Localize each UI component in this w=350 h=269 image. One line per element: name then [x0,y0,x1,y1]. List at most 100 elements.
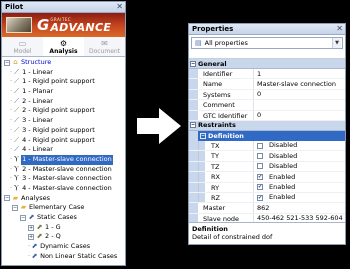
close-icon[interactable]: ✕ [116,2,123,11]
row-gutter [189,130,198,141]
property-value: ✔ Enabled [254,172,345,181]
dof-row-rz[interactable]: RZ ✔ Enabled [189,192,345,204]
dof-checkbox[interactable] [257,153,263,160]
model-icon: ▭ [18,39,27,48]
tree-item[interactable]: · ⟋ 4 - Linear [4,145,125,155]
tree-item[interactable]: · Ⲩ 4 - Master-slave connection [4,184,125,194]
expand-icon[interactable]: + [28,224,34,231]
tree-item-label: 1 - Master-slave connection [20,153,114,166]
property-value[interactable]: Master-slave connection [254,79,345,88]
property-key: Systems [198,89,254,100]
master-slave-icon: Ⲩ [14,164,20,173]
subcategory-label: Definition [208,131,244,140]
tab-label: Document [88,48,121,55]
collapse-icon[interactable]: − [20,214,26,221]
collapse-icon[interactable]: − [190,122,196,129]
property-key: TX [205,140,254,151]
row-gutter [189,192,198,203]
tree-item[interactable]: · ⟋ 2 - Linear [4,97,125,107]
property-key: Master [198,203,254,213]
property-key: TY [205,151,254,161]
property-key: TZ [205,161,254,172]
tree-item[interactable]: · ⬈ Non Linear Static Cases [4,252,125,262]
category-label: Restraints [198,121,236,130]
row-gutter [198,161,205,172]
dof-row-ty[interactable]: TY Disabled [189,151,345,162]
tab-model[interactable]: ▭ Model [2,37,43,56]
property-value: ✔ Enabled [254,193,345,202]
property-row[interactable]: Identifier 1 [189,69,345,80]
tree-item[interactable]: · ⟋ 4 - Rigid point support [4,136,125,146]
tab-analysis[interactable]: ⚙ Analysis [43,37,84,56]
linear-support-icon: ⟋ [14,67,20,76]
properties-panel: Properties ✕ ▤ All properties ▼ − Genera… [188,23,346,245]
folder-icon: ▰ [12,193,19,202]
property-filter-select[interactable]: ▤ All properties ▼ [191,37,343,49]
category-general[interactable]: − General [189,59,345,69]
dof-row-tz[interactable]: TZ Disabled [189,161,345,173]
collapse-icon[interactable]: − [12,205,18,212]
property-value[interactable]: 1 [254,69,345,78]
master-slave-icon: Ⲩ [14,154,20,163]
expand-icon[interactable]: + [28,234,34,241]
point-support-icon: ⟋ [14,106,20,115]
tree-item-static-cases[interactable]: − ⬈ Static Cases [4,213,125,223]
dof-row-tx[interactable]: TX Disabled [189,140,345,152]
tree-item[interactable]: · ⬈ Dynamic Cases [4,242,125,252]
property-value[interactable]: 0 [254,111,345,120]
tree-item-label: 1 - Rigid point support [22,77,95,86]
tree-item[interactable]: · Ⲩ 2 - Master-slave connection [4,165,125,175]
tree-item-selected[interactable]: · Ⲩ 1 - Master-slave connection [4,153,125,166]
property-value[interactable]: 862 [254,203,345,212]
dof-checkbox[interactable] [257,142,263,149]
tree-item[interactable]: + ⬈ 2 - Q [4,232,125,242]
tree-item-analyses[interactable]: − ▰ Analyses [4,194,125,204]
collapse-icon[interactable]: − [190,60,196,67]
tree-item-label: Non Linear Static Cases [40,251,118,260]
property-row[interactable]: Name Master-slave connection [189,79,345,90]
linear-support-icon: ⟋ [14,96,20,105]
tree-item[interactable]: · ⟋ 1 - Planar [4,87,125,97]
close-icon[interactable]: ✕ [336,24,343,33]
property-key: Name [198,79,254,89]
property-key: RZ [205,192,254,203]
dof-checkbox[interactable] [257,163,263,170]
static-case-icon: ⬈ [28,213,35,221]
row-gutter [189,89,198,100]
dof-row-rx[interactable]: RX ✔ Enabled [189,172,345,183]
collapse-icon[interactable]: − [4,195,10,202]
dof-row-ry[interactable]: RY ✔ Enabled [189,182,345,193]
document-icon: ✉ [101,39,108,48]
dof-checkbox-checked[interactable]: ✔ [257,173,263,180]
row-gutter [198,140,205,151]
property-row[interactable]: Systems 0 [189,89,345,101]
load-case-icon: ⬈ [36,232,43,241]
category-restraints[interactable]: − Restraints [189,120,345,131]
property-row[interactable]: Comment [189,100,345,111]
chevron-down-icon[interactable]: ▼ [332,38,341,48]
tree-item[interactable]: · ⟋ 1 - Rigid point support [4,77,125,87]
tree-item-structure[interactable]: − ⌂ Structure [4,58,125,68]
dof-checkbox-checked[interactable]: ✔ [257,194,263,201]
tree-item-elementary-case[interactable]: − ▰ Elementary Case [4,203,125,213]
arrow-icon [159,108,181,144]
property-row[interactable]: GTC Identifier 0 [189,110,345,121]
property-value[interactable]: 0 [254,90,345,99]
dof-checkbox-checked[interactable]: ✔ [257,184,263,191]
row-gutter [189,69,198,79]
tree-item[interactable]: · Ⲩ 3 - Master-slave connection [4,174,125,184]
tree-item-label: 2 - Master-slave connection [22,164,112,173]
subcategory-definition[interactable]: − Definition [189,130,345,141]
tree-item[interactable]: · ⟋ 1 - Linear [4,68,125,78]
tree-item[interactable]: · ⟋ 3 - Linear [4,116,125,126]
collapse-icon[interactable]: − [4,59,10,66]
property-value[interactable] [254,100,345,109]
tree-item-label: 2 - Q [45,232,61,241]
collapse-icon[interactable]: − [200,132,206,139]
tree-item[interactable]: · ⟋ 2 - Rigid point support [4,106,125,116]
tab-document[interactable]: ✉ Document [84,37,125,56]
tree-item[interactable]: + ⬈ 1 - G [4,223,125,233]
dof-state: Enabled [269,183,296,192]
property-row-master[interactable]: Master 862 [189,203,345,214]
tree-item[interactable]: · ⟋ 3 - Rigid point support [4,126,125,136]
